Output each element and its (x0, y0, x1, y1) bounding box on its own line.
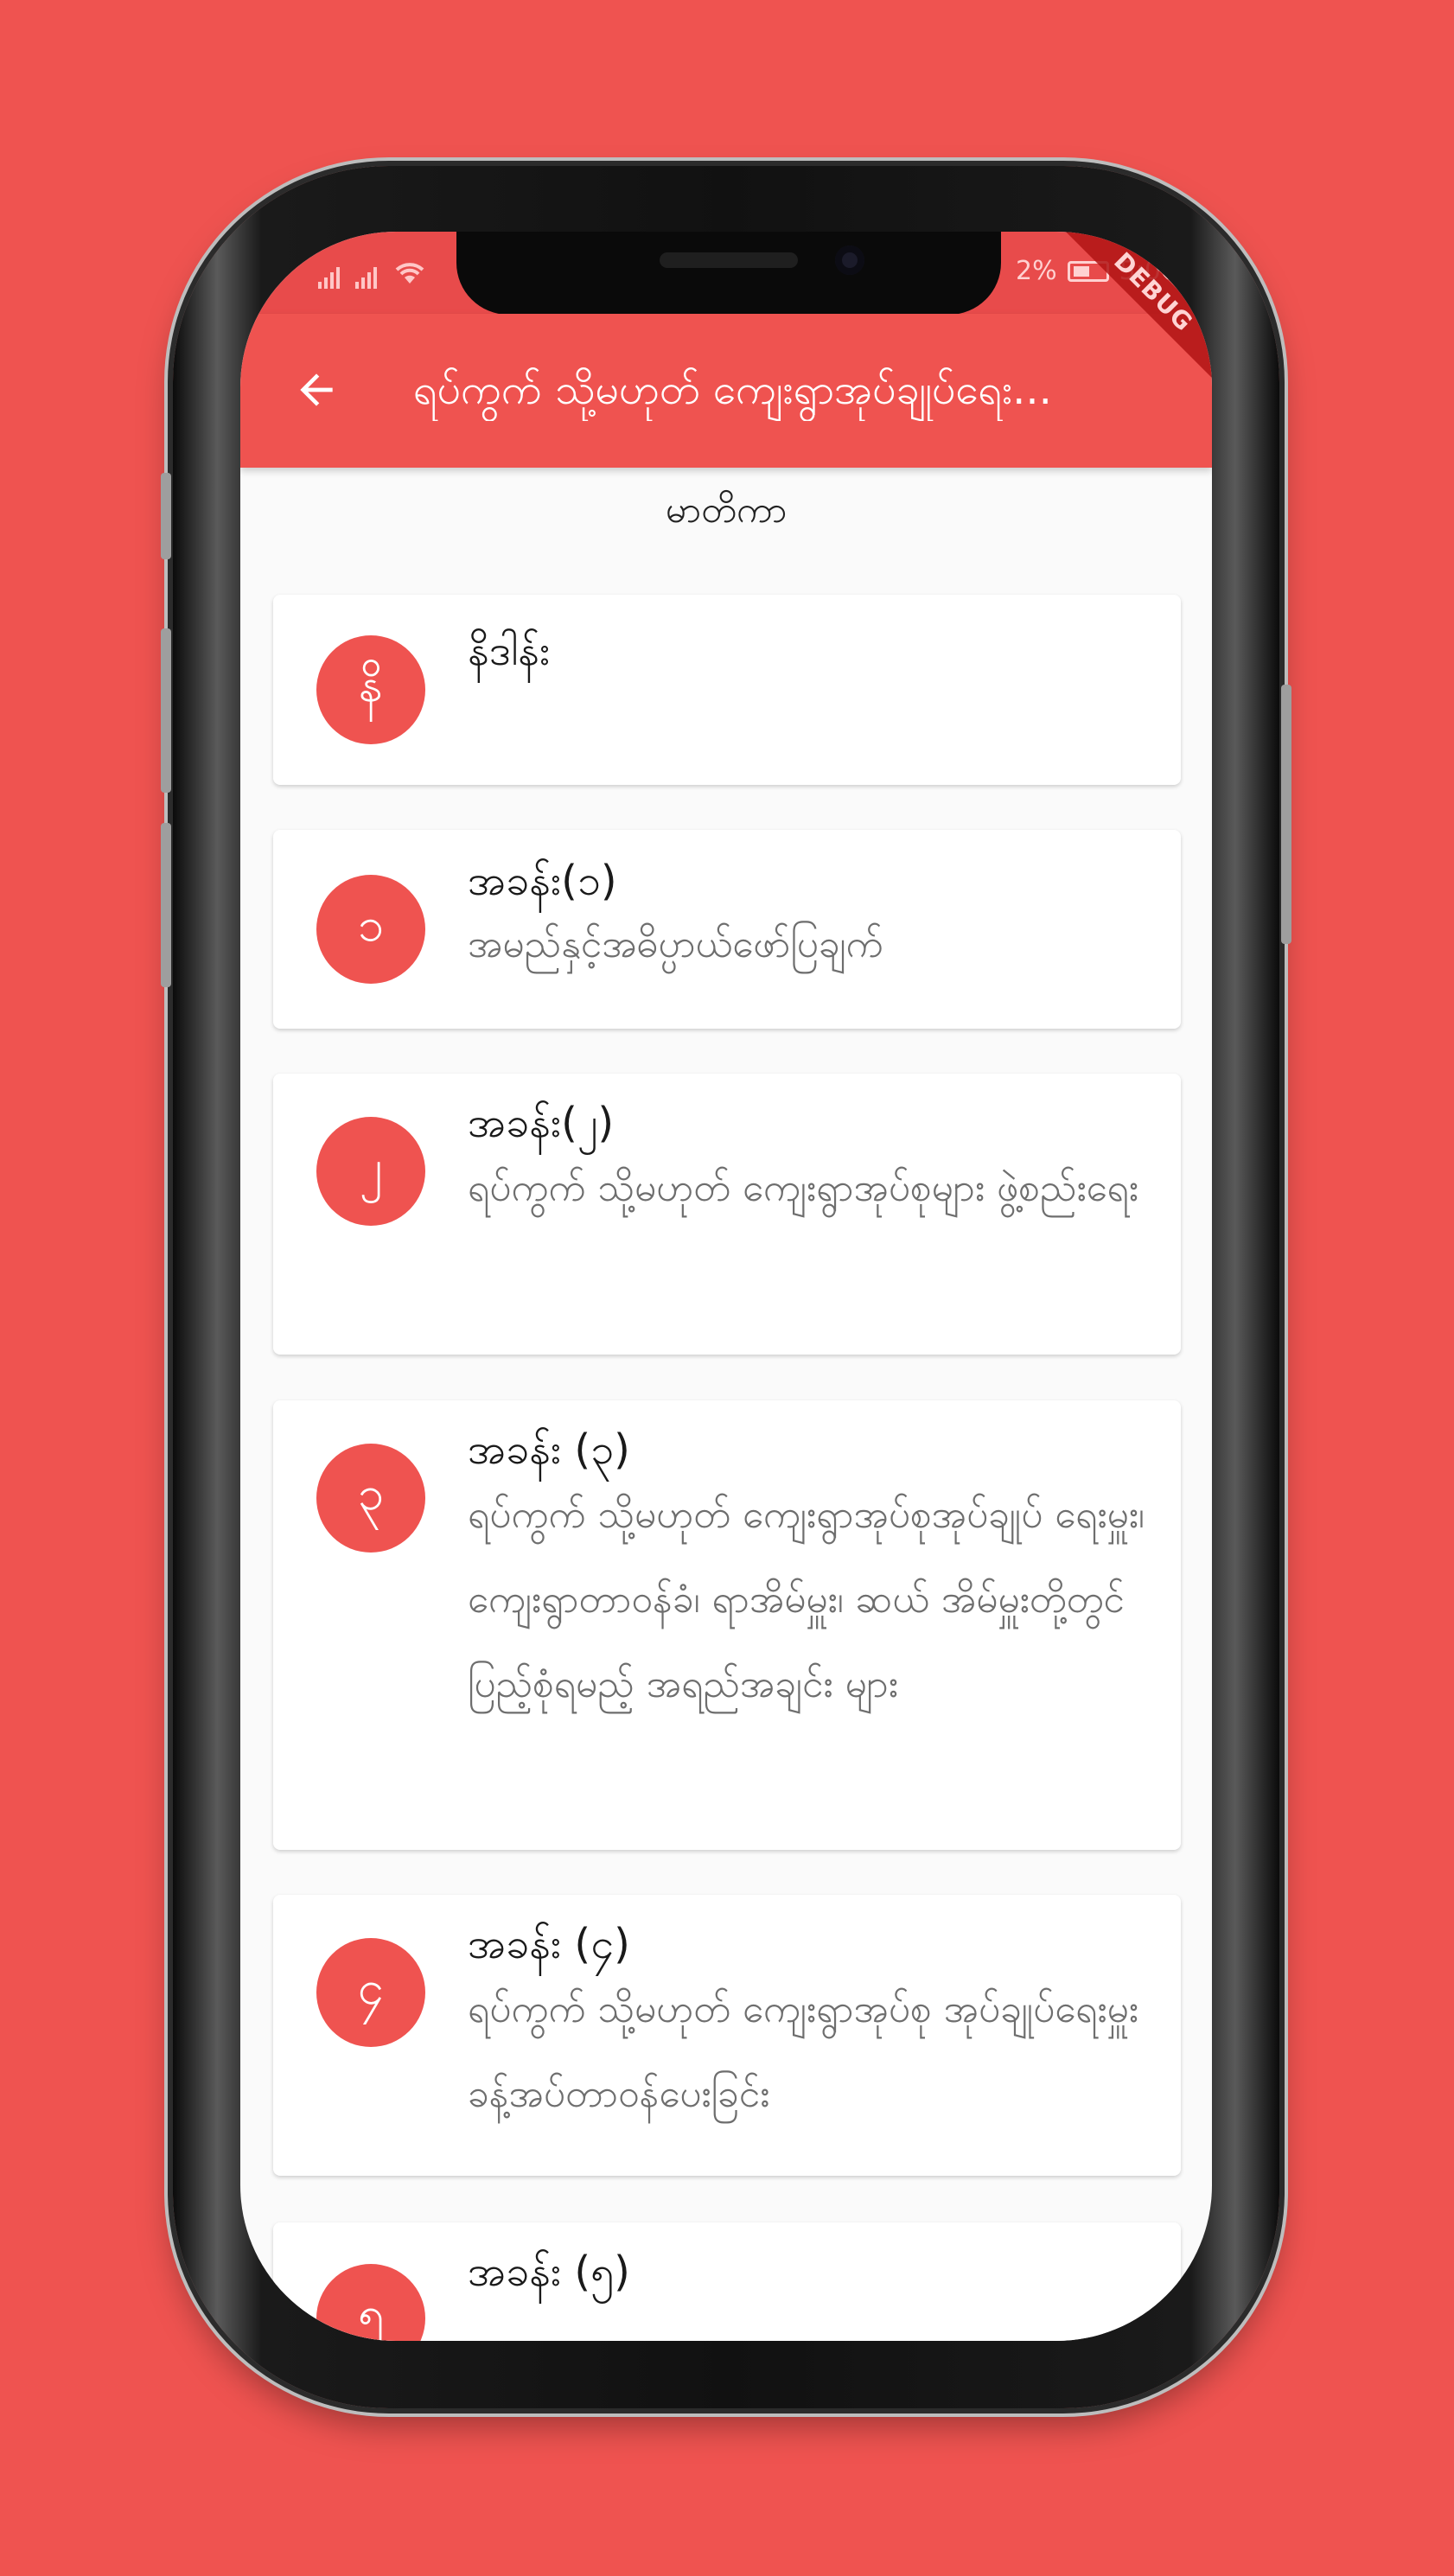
chapter-subtitle: ရပ်ကွက် သို့မဟုတ် ကျေးရွာအုပ်စု အုပ်ချုပ… (468, 1987, 1138, 2116)
mute-switch (161, 473, 171, 559)
chapter-badge: ၃ (316, 1444, 425, 1553)
chapter-card[interactable]: နိ နိဒါန်း (273, 595, 1181, 785)
page-title: ရပ်ကွက် သို့မဟုတ် ကျေးရွာအုပ်ချုပ်ရေး... (413, 366, 1052, 414)
chapter-title: အခန်း(၂) (468, 1099, 615, 1147)
phone-screen: 2% 5:00 DEBUG ရပ်ကွက် သို့မဟုတ် ကျေးရွာအ… (240, 232, 1212, 2341)
power-button (1281, 685, 1291, 944)
battery-percent: 2% (1016, 256, 1057, 286)
wifi-icon (392, 259, 427, 289)
chapter-subtitle: ရပ်ကွက် သို့မဟုတ် ကျေးရွာအုပ်စုများ ဖွဲ့… (468, 1166, 1138, 1210)
front-camera (835, 245, 864, 275)
chapter-title: အခန်း (၃) (468, 1425, 630, 1474)
chapter-badge: ၂ (316, 1117, 425, 1226)
chapter-card[interactable]: ၃ အခန်း (၃) ရပ်ကွက် သို့မဟုတ် ကျေးရွာအုပ… (273, 1400, 1181, 1850)
chapter-badge: ၄ (316, 1938, 425, 2047)
status-icons-left (318, 259, 427, 289)
arrow-left-icon (300, 373, 333, 406)
volume-down-button (161, 823, 171, 987)
phone-body: 2% 5:00 DEBUG ရပ်ကွက် သို့မဟုတ် ကျေးရွာအ… (161, 166, 1291, 2408)
chapter-card[interactable]: ၂ အခန်း(၂) ရပ်ကွက် သို့မဟုတ် ကျေးရွာအုပ်… (273, 1074, 1181, 1355)
volume-up-button (161, 628, 171, 793)
chapter-title: အခန်း (၅) (468, 2248, 630, 2296)
signal-icon (318, 266, 340, 289)
chapter-subtitle: ရပ်ကွက် သို့မဟုတ် ကျေးရွာအုပ်စုအုပ်ချုပ်… (468, 1493, 1145, 1706)
app-bar: ရပ်ကွက် သို့မဟုတ် ကျေးရွာအုပ်ချုပ်ရေး... (240, 314, 1212, 468)
notch (456, 232, 1001, 315)
back-button[interactable] (290, 364, 342, 416)
chapter-title: အခန်း (၄) (468, 1920, 630, 1968)
chapter-card[interactable]: ၁ အခန်း(၁) အမည်နှင့်အဓိပ္ပာယ်ဖော်ပြချက် (273, 830, 1181, 1029)
device-frame: 2% 5:00 DEBUG ရပ်ကွက် သို့မဟုတ် ကျေးရွာအ… (0, 0, 1454, 2576)
section-heading: မာတိကာ (665, 488, 788, 531)
chapter-card[interactable]: ၄ အခန်း (၄) ရပ်ကွက် သို့မဟုတ် ကျေးရွာအုပ… (273, 1895, 1181, 2176)
chapter-badge: ၅ (316, 2264, 425, 2341)
chapter-card[interactable]: ၅ အခန်း (၅) (273, 2222, 1181, 2341)
chapter-badge: ၁ (316, 875, 425, 984)
chapter-subtitle: အမည်နှင့်အဓိပ္ပာယ်ဖော်ပြချက် (468, 922, 883, 966)
signal-icon (355, 266, 377, 289)
chapter-badge: နိ (316, 635, 425, 744)
chapter-title: နိဒါန်း (468, 627, 551, 675)
speaker-grille (660, 252, 798, 268)
